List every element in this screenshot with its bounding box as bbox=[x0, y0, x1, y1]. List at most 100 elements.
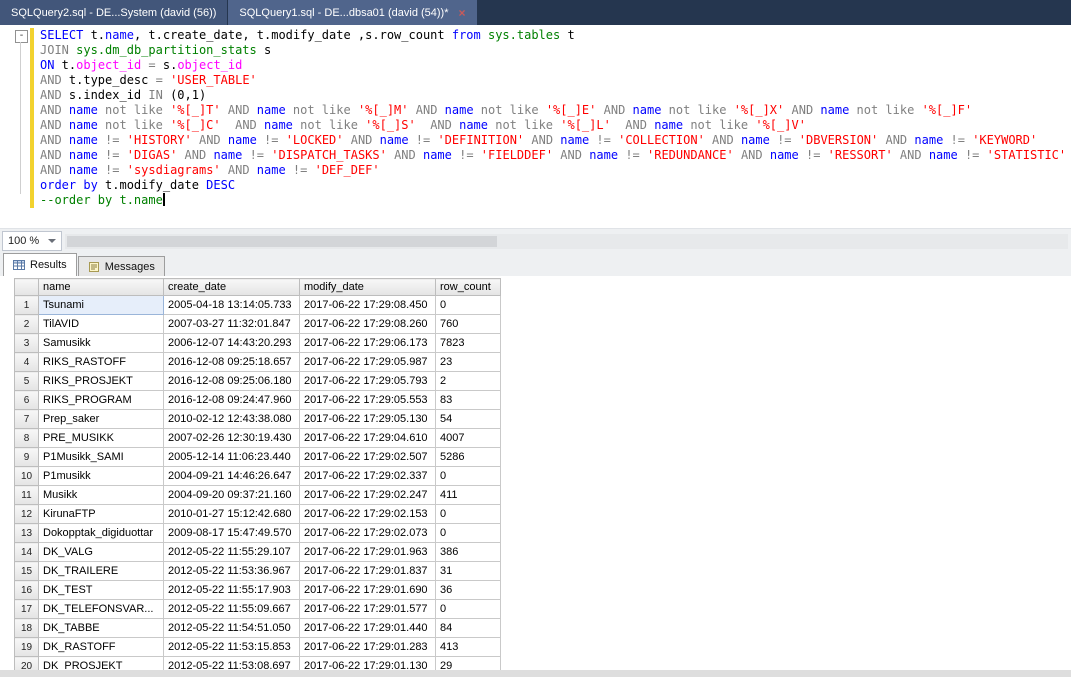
code-line[interactable]: AND t.type_desc = 'USER_TABLE' bbox=[40, 73, 1066, 88]
tab-sqlquery2[interactable]: SQLQuery2.sql - DE...System (david (56)) bbox=[0, 0, 227, 25]
tab-sqlquery1[interactable]: SQLQuery1.sql - DE...dbsa01 (david (54))… bbox=[228, 0, 476, 25]
editor-horizontal-scrollbar[interactable] bbox=[65, 234, 1068, 249]
grid-cell[interactable]: 0 bbox=[436, 505, 501, 524]
column-header-modify_date[interactable]: modify_date bbox=[300, 279, 436, 296]
sql-code[interactable]: SELECT t.name, t.create_date, t.modify_d… bbox=[40, 28, 1066, 208]
zoom-select[interactable]: 100 % bbox=[2, 231, 62, 251]
column-header-create_date[interactable]: create_date bbox=[164, 279, 300, 296]
grid-cell[interactable]: 2010-01-27 15:12:42.680 bbox=[164, 505, 300, 524]
grid-cell[interactable]: 2017-06-22 17:29:01.837 bbox=[300, 562, 436, 581]
grid-cell[interactable]: 2017-06-22 17:29:02.337 bbox=[300, 467, 436, 486]
code-line[interactable]: AND name != 'sysdiagrams' AND name != 'D… bbox=[40, 163, 1066, 178]
grid-cell[interactable]: 2004-09-20 09:37:21.160 bbox=[164, 486, 300, 505]
grid-cell[interactable]: 2010-02-12 12:43:38.080 bbox=[164, 410, 300, 429]
grid-cell[interactable]: 2012-05-22 11:55:29.107 bbox=[164, 543, 300, 562]
grid-cell[interactable]: 2017-06-22 17:29:08.260 bbox=[300, 315, 436, 334]
grid-cell[interactable]: 386 bbox=[436, 543, 501, 562]
row-header[interactable]: 5 bbox=[15, 372, 39, 391]
grid-cell[interactable]: 0 bbox=[436, 524, 501, 543]
grid-cell[interactable]: 2005-04-18 13:14:05.733 bbox=[164, 296, 300, 315]
row-header[interactable]: 9 bbox=[15, 448, 39, 467]
grid-cell[interactable]: Tsunami bbox=[39, 296, 164, 315]
sql-editor[interactable]: - SELECT t.name, t.create_date, t.modify… bbox=[0, 25, 1071, 228]
grid-cell[interactable]: 83 bbox=[436, 391, 501, 410]
code-line[interactable]: order by t.modify_date DESC bbox=[40, 178, 1066, 193]
grid-cell[interactable]: 2017-06-22 17:29:02.247 bbox=[300, 486, 436, 505]
grid-cell[interactable]: Dokopptak_digiduottar bbox=[39, 524, 164, 543]
grid-cell[interactable]: RIKS_PROGRAM bbox=[39, 391, 164, 410]
grid-cell[interactable]: 2017-06-22 17:29:01.577 bbox=[300, 600, 436, 619]
code-line[interactable]: AND name not like '%[_]T' AND name not l… bbox=[40, 103, 1066, 118]
row-header[interactable]: 3 bbox=[15, 334, 39, 353]
grid-cell[interactable]: Prep_saker bbox=[39, 410, 164, 429]
row-header[interactable]: 13 bbox=[15, 524, 39, 543]
row-header[interactable]: 18 bbox=[15, 619, 39, 638]
grid-cell[interactable]: 36 bbox=[436, 581, 501, 600]
grid-cell[interactable]: 84 bbox=[436, 619, 501, 638]
grid-cell[interactable]: 23 bbox=[436, 353, 501, 372]
grid-cell[interactable]: DK_RASTOFF bbox=[39, 638, 164, 657]
grid-cell[interactable]: DK_VALG bbox=[39, 543, 164, 562]
column-header-name[interactable]: name bbox=[39, 279, 164, 296]
grid-cell[interactable]: 2017-06-22 17:29:05.987 bbox=[300, 353, 436, 372]
grid-cell[interactable]: 2017-06-22 17:29:01.690 bbox=[300, 581, 436, 600]
grid-cell[interactable]: 760 bbox=[436, 315, 501, 334]
grid-cell[interactable]: DK_TABBE bbox=[39, 619, 164, 638]
grid-cell[interactable]: 2012-05-22 11:54:51.050 bbox=[164, 619, 300, 638]
grid-cell[interactable]: 2006-12-07 14:43:20.293 bbox=[164, 334, 300, 353]
grid-cell[interactable]: 2017-06-22 17:29:05.553 bbox=[300, 391, 436, 410]
grid-cell[interactable]: KirunaFTP bbox=[39, 505, 164, 524]
grid-cell[interactable]: 2017-06-22 17:29:01.283 bbox=[300, 638, 436, 657]
code-line[interactable]: JOIN sys.dm_db_partition_stats s bbox=[40, 43, 1066, 58]
grid-cell[interactable]: 2012-05-22 11:53:36.967 bbox=[164, 562, 300, 581]
grid-cell[interactable]: RIKS_RASTOFF bbox=[39, 353, 164, 372]
grid-cell[interactable]: P1musikk bbox=[39, 467, 164, 486]
row-header[interactable]: 6 bbox=[15, 391, 39, 410]
tab-messages[interactable]: Messages bbox=[78, 256, 165, 276]
grid-cell[interactable]: 2012-05-22 11:55:17.903 bbox=[164, 581, 300, 600]
grid-cell[interactable]: 2017-06-22 17:29:02.073 bbox=[300, 524, 436, 543]
grid-cell[interactable]: 2004-09-21 14:46:26.647 bbox=[164, 467, 300, 486]
column-header-row_count[interactable]: row_count bbox=[436, 279, 501, 296]
grid-cell[interactable]: 2017-06-22 17:29:02.153 bbox=[300, 505, 436, 524]
row-header[interactable]: 14 bbox=[15, 543, 39, 562]
grid-cell[interactable]: DK_TEST bbox=[39, 581, 164, 600]
grid-cell[interactable]: 2016-12-08 09:24:47.960 bbox=[164, 391, 300, 410]
grid-cell[interactable]: 2016-12-08 09:25:18.657 bbox=[164, 353, 300, 372]
row-header[interactable]: 8 bbox=[15, 429, 39, 448]
grid-cell[interactable]: 2 bbox=[436, 372, 501, 391]
grid-cell[interactable]: DK_TRAILERE bbox=[39, 562, 164, 581]
grid-cell[interactable]: 2017-06-22 17:29:02.507 bbox=[300, 448, 436, 467]
code-line[interactable]: SELECT t.name, t.create_date, t.modify_d… bbox=[40, 28, 1066, 43]
row-header[interactable]: 15 bbox=[15, 562, 39, 581]
grid-cell[interactable]: PRE_MUSIKK bbox=[39, 429, 164, 448]
grid-cell[interactable]: 54 bbox=[436, 410, 501, 429]
code-line[interactable]: AND s.index_id IN (0,1) bbox=[40, 88, 1066, 103]
grid-cell[interactable]: 2017-06-22 17:29:01.440 bbox=[300, 619, 436, 638]
row-header[interactable]: 11 bbox=[15, 486, 39, 505]
grid-cell[interactable]: TilAVID bbox=[39, 315, 164, 334]
grid-cell[interactable]: Musikk bbox=[39, 486, 164, 505]
results-horizontal-scrollbar[interactable] bbox=[0, 670, 1071, 677]
grid-cell[interactable]: DK_TELEFONSVAR... bbox=[39, 600, 164, 619]
grid-cell[interactable]: 2017-06-22 17:29:08.450 bbox=[300, 296, 436, 315]
row-header[interactable]: 19 bbox=[15, 638, 39, 657]
grid-cell[interactable]: Samusikk bbox=[39, 334, 164, 353]
code-line[interactable]: AND name not like '%[_]C' AND name not l… bbox=[40, 118, 1066, 133]
code-line[interactable]: --order by t.name bbox=[40, 193, 1066, 208]
code-line[interactable]: AND name != 'HISTORY' AND name != 'LOCKE… bbox=[40, 133, 1066, 148]
grid-cell[interactable]: 2017-06-22 17:29:06.173 bbox=[300, 334, 436, 353]
code-line[interactable]: ON t.object_id = s.object_id bbox=[40, 58, 1066, 73]
grid-cell[interactable]: 0 bbox=[436, 600, 501, 619]
scrollbar-thumb[interactable] bbox=[67, 236, 497, 247]
close-icon[interactable]: × bbox=[459, 7, 466, 19]
tab-results[interactable]: Results bbox=[3, 253, 77, 276]
grid-cell[interactable]: 2017-06-22 17:29:01.963 bbox=[300, 543, 436, 562]
grid-cell[interactable]: 2009-08-17 15:47:49.570 bbox=[164, 524, 300, 543]
grid-cell[interactable]: 7823 bbox=[436, 334, 501, 353]
grid-cell[interactable]: P1Musikk_SAMI bbox=[39, 448, 164, 467]
grid-corner-cell[interactable] bbox=[15, 279, 39, 296]
grid-cell[interactable]: 0 bbox=[436, 467, 501, 486]
grid-cell[interactable]: 2007-03-27 11:32:01.847 bbox=[164, 315, 300, 334]
grid-cell[interactable]: 31 bbox=[436, 562, 501, 581]
